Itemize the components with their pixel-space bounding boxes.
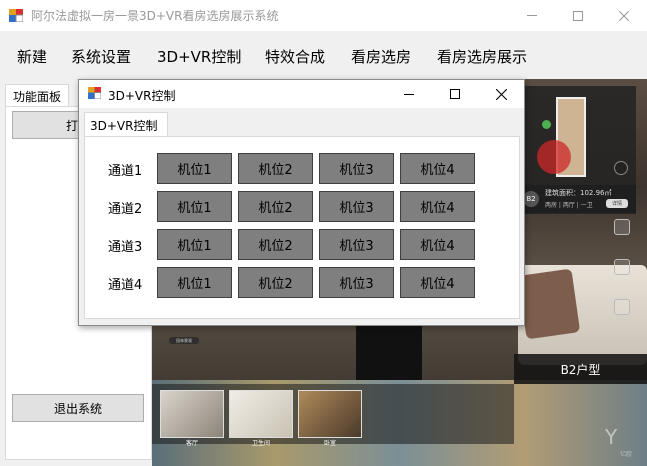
menu-icon[interactable] bbox=[614, 299, 630, 315]
view-direction-marker bbox=[537, 140, 571, 174]
room-type-label: B2户型 bbox=[514, 354, 647, 384]
detail-button[interactable]: 详情 bbox=[606, 199, 628, 208]
thumbnail-label: 卧室 bbox=[323, 440, 336, 447]
maximize-icon bbox=[573, 10, 583, 21]
scene-tag: 园林景观 bbox=[169, 337, 199, 344]
fullscreen-icon[interactable] bbox=[614, 219, 630, 235]
channel1-position1-button[interactable]: 机位1 bbox=[157, 153, 232, 184]
thumbnail-bedroom[interactable] bbox=[298, 390, 362, 438]
minimize-button[interactable] bbox=[509, 0, 555, 31]
title-bar: 阿尔法虚拟一房一景3D+VR看房选房展示系统 bbox=[0, 0, 647, 31]
channel3-position3-button[interactable]: 机位3 bbox=[319, 229, 394, 260]
compass-icon[interactable] bbox=[614, 161, 628, 175]
unit-badge: B2 bbox=[523, 191, 539, 207]
channel-label: 通道2 bbox=[108, 202, 143, 217]
channel4-position1-button[interactable]: 机位1 bbox=[157, 267, 232, 298]
menu-new[interactable]: 新建 bbox=[17, 46, 47, 67]
close-icon bbox=[495, 88, 507, 100]
channel2-position3-button[interactable]: 机位3 bbox=[319, 191, 394, 222]
channel4-position2-button[interactable]: 机位2 bbox=[238, 267, 313, 298]
channel2-position2-button[interactable]: 机位2 bbox=[238, 191, 313, 222]
thumbnail-label: 卫生间 bbox=[251, 440, 270, 447]
minimize-icon bbox=[527, 15, 537, 16]
dialog-minimize-button[interactable] bbox=[386, 80, 432, 108]
channel3-position1-button[interactable]: 机位1 bbox=[157, 229, 232, 260]
dialog-close-button[interactable] bbox=[478, 80, 524, 108]
app-icon bbox=[9, 9, 23, 22]
menu-house-display[interactable]: 看房选房展示 bbox=[437, 46, 527, 67]
menu-3dvr-control[interactable]: 3D+VR控制 bbox=[157, 46, 241, 67]
channel1-position3-button[interactable]: 机位3 bbox=[319, 153, 394, 184]
dialog-title: 3D+VR控制 bbox=[108, 89, 176, 103]
scene-furniture bbox=[356, 318, 422, 382]
thumbnail-label: 客厅 bbox=[185, 440, 198, 447]
window-title: 阿尔法虚拟一房一景3D+VR看房选房展示系统 bbox=[31, 9, 279, 23]
exit-button-label: 退出系统 bbox=[53, 401, 102, 416]
area-subtext: 两房 | 两厅 | 一卫 bbox=[545, 202, 593, 209]
thumbnail-bathroom[interactable] bbox=[229, 390, 293, 438]
position-dot bbox=[542, 120, 551, 129]
menu-house-select[interactable]: 看房选房 bbox=[351, 46, 411, 67]
tab-3dvr-control[interactable]: 3D+VR控制 bbox=[84, 112, 168, 137]
channel1-position4-button[interactable]: 机位4 bbox=[400, 153, 475, 184]
vr-control-dialog: 3D+VR控制 3D+VR控制 通道1 机位1 机位2 机位3 机位4 通道2 … bbox=[78, 79, 525, 326]
rotate-icon[interactable] bbox=[614, 259, 630, 275]
menu-system-settings[interactable]: 系统设置 bbox=[71, 46, 131, 67]
channel-label: 通道4 bbox=[108, 278, 143, 293]
close-button[interactable] bbox=[601, 0, 647, 31]
scene-pillow bbox=[517, 268, 581, 340]
close-icon bbox=[619, 10, 629, 21]
channel2-position4-button[interactable]: 机位4 bbox=[400, 191, 475, 222]
dialog-content: 通道1 机位1 机位2 机位3 机位4 通道2 机位1 机位2 机位3 机位4 … bbox=[84, 136, 520, 319]
maximize-button[interactable] bbox=[555, 0, 601, 31]
channel4-position4-button[interactable]: 机位4 bbox=[400, 267, 475, 298]
menu-effects[interactable]: 特效合成 bbox=[265, 46, 325, 67]
channel-label: 通道1 bbox=[108, 164, 143, 179]
area-text: 建筑面积：102.96㎡ bbox=[545, 189, 612, 197]
channel2-position1-button[interactable]: 机位1 bbox=[157, 191, 232, 222]
channel4-position3-button[interactable]: 机位3 bbox=[319, 267, 394, 298]
maximize-icon bbox=[450, 89, 460, 99]
minimize-icon bbox=[404, 93, 414, 95]
channel-label: 通道3 bbox=[108, 240, 143, 255]
dialog-maximize-button[interactable] bbox=[432, 80, 478, 108]
watermark-text: 亿欧 bbox=[620, 451, 633, 458]
tab-function-panel[interactable]: 功能面板 bbox=[5, 84, 69, 107]
exit-button[interactable]: 退出系统 bbox=[12, 394, 144, 422]
menu-bar: 新建 系统设置 3D+VR控制 特效合成 看房选房 看房选房展示 bbox=[0, 31, 647, 79]
channel1-position2-button[interactable]: 机位2 bbox=[238, 153, 313, 184]
app-icon bbox=[88, 87, 101, 99]
channel3-position4-button[interactable]: 机位4 bbox=[400, 229, 475, 260]
thumbnail-living-room[interactable] bbox=[160, 390, 224, 438]
channel3-position2-button[interactable]: 机位2 bbox=[238, 229, 313, 260]
dialog-title-bar: 3D+VR控制 bbox=[79, 80, 524, 108]
